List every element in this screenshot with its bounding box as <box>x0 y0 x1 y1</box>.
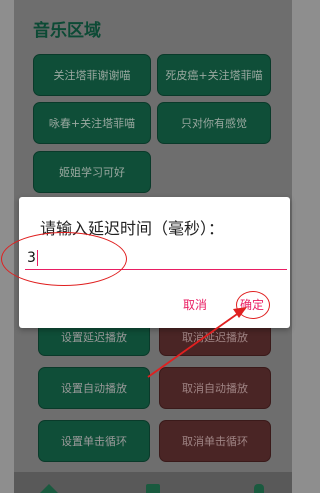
dialog-cancel-button[interactable]: 取消 <box>183 296 207 313</box>
annotation-ellipse <box>1 232 127 286</box>
song-button-2[interactable]: 死皮癌+关注塔菲喵 <box>157 54 271 96</box>
set-loop-button[interactable]: 设置单击循环 <box>38 420 150 462</box>
cancel-loop-button[interactable]: 取消单击循环 <box>159 420 271 462</box>
song-button-1[interactable]: 关注塔菲谢谢喵 <box>33 54 151 96</box>
section-title: 音乐区域 <box>33 21 101 41</box>
set-auto-play-button[interactable]: 设置自动播放 <box>38 367 150 409</box>
profile-icon[interactable] <box>254 484 264 493</box>
song-button-5[interactable]: 姬姐学习可好 <box>33 151 151 193</box>
repeat-icon[interactable] <box>146 484 160 493</box>
annotation-circle <box>236 291 270 319</box>
song-button-3[interactable]: 咏春+关注塔菲喵 <box>33 102 151 144</box>
song-button-4[interactable]: 只对你有感觉 <box>157 102 271 144</box>
cancel-auto-play-button[interactable]: 取消自动播放 <box>159 367 271 409</box>
